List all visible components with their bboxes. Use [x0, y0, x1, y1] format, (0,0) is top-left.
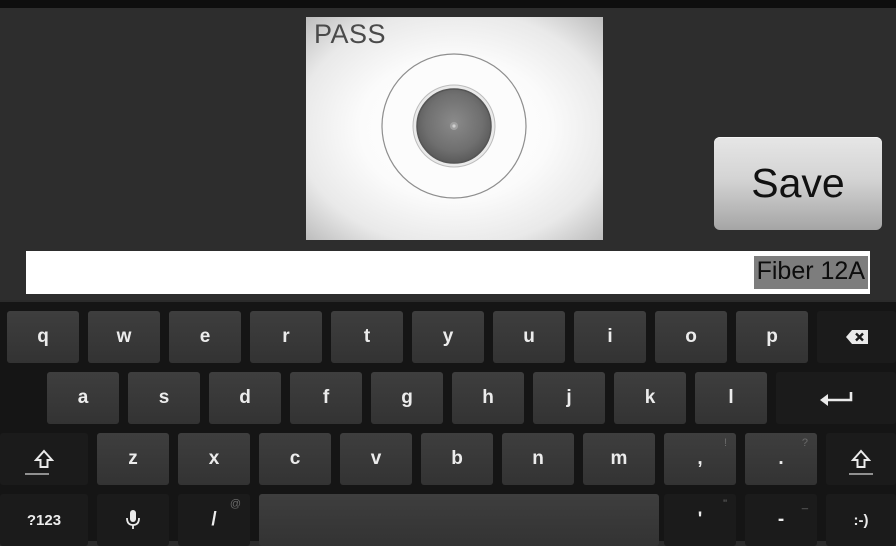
key-m[interactable]: m — [583, 433, 655, 485]
enter-icon — [820, 392, 853, 406]
shift-icon — [851, 449, 871, 468]
key-apostrophe[interactable]: ' " — [664, 494, 736, 546]
key-x[interactable]: x — [178, 433, 250, 485]
key-j[interactable]: j — [533, 372, 605, 424]
key-s[interactable]: s — [128, 372, 200, 424]
key-slash[interactable]: / @ — [178, 494, 250, 546]
key-period-hint: ? — [801, 437, 808, 449]
key-dash[interactable]: - _ — [745, 494, 817, 546]
space-bar[interactable] — [259, 494, 659, 546]
shift-key-right[interactable] — [826, 433, 896, 485]
backspace-icon — [845, 330, 868, 344]
key-comma-hint: ! — [723, 437, 727, 449]
key-dash-label: - — [777, 509, 785, 530]
shift-key-left[interactable] — [0, 433, 88, 485]
key-period-label: . — [778, 448, 784, 469]
key-d[interactable]: d — [209, 372, 281, 424]
soft-keyboard: q w e r t y u i o p a s d f g h j k l z … — [0, 302, 896, 546]
fiber-name-selected-text: Fiber 12A — [753, 256, 868, 289]
enter-key[interactable] — [776, 372, 896, 424]
key-t[interactable]: t — [331, 311, 403, 363]
key-h[interactable]: h — [452, 372, 524, 424]
key-slash-label: / — [211, 509, 217, 530]
status-bar-strip — [0, 0, 896, 8]
backspace-key[interactable] — [817, 311, 896, 363]
key-p[interactable]: p — [736, 311, 808, 363]
key-g[interactable]: g — [371, 372, 443, 424]
key-i[interactable]: i — [574, 311, 646, 363]
symbols-mode-key[interactable]: ?123 — [0, 494, 88, 546]
key-c[interactable]: c — [259, 433, 331, 485]
key-dash-hint: _ — [801, 498, 808, 510]
shift-underline — [849, 473, 873, 475]
key-comma-label: , — [697, 448, 703, 469]
key-u[interactable]: u — [493, 311, 565, 363]
voice-input-key[interactable] — [97, 494, 169, 546]
key-r[interactable]: r — [250, 311, 322, 363]
key-q[interactable]: q — [7, 311, 79, 363]
key-n[interactable]: n — [502, 433, 574, 485]
key-o[interactable]: o — [655, 311, 727, 363]
mic-icon — [126, 510, 140, 529]
shift-icon — [34, 449, 54, 468]
key-l[interactable]: l — [695, 372, 767, 424]
key-y[interactable]: y — [412, 311, 484, 363]
key-apostrophe-label: ' — [697, 509, 703, 530]
key-period[interactable]: . ? — [745, 433, 817, 485]
fiber-endface-drawing — [381, 53, 527, 199]
save-button[interactable]: Save — [714, 137, 882, 230]
key-z[interactable]: z — [97, 433, 169, 485]
fiber-endface-image: PASS — [306, 17, 603, 240]
app-content-area: PASS Save Fiber 12A — [0, 0, 896, 300]
key-v[interactable]: v — [340, 433, 412, 485]
key-b[interactable]: b — [421, 433, 493, 485]
key-comma[interactable]: , ! — [664, 433, 736, 485]
key-w[interactable]: w — [88, 311, 160, 363]
key-f[interactable]: f — [290, 372, 362, 424]
inspection-status-label: PASS — [314, 19, 387, 49]
key-a[interactable]: a — [47, 372, 119, 424]
shift-underline — [25, 473, 49, 475]
key-slash-hint: @ — [229, 498, 241, 510]
key-k[interactable]: k — [614, 372, 686, 424]
key-apostrophe-hint: " — [723, 498, 727, 510]
key-e[interactable]: e — [169, 311, 241, 363]
fiber-name-input[interactable]: Fiber 12A — [26, 251, 870, 294]
smiley-key[interactable]: :-) — [826, 494, 896, 546]
